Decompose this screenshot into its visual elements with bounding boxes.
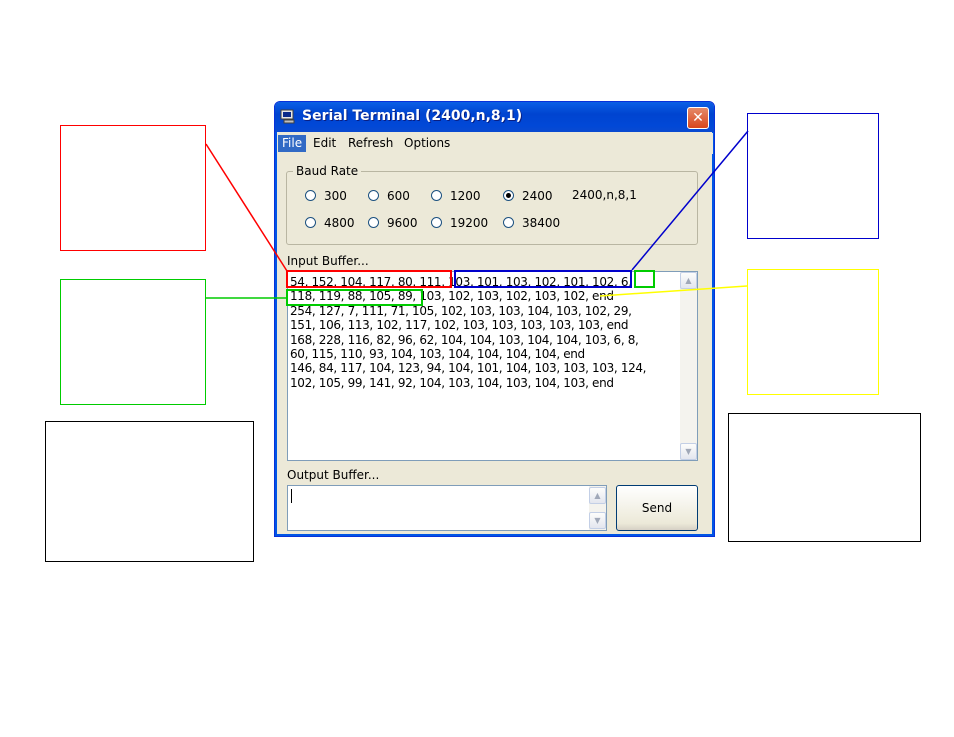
yellow-leader-line <box>599 285 748 297</box>
red-leader-line <box>205 143 288 272</box>
blue-leader-line <box>631 130 749 271</box>
callout-leader-lines <box>205 130 749 299</box>
